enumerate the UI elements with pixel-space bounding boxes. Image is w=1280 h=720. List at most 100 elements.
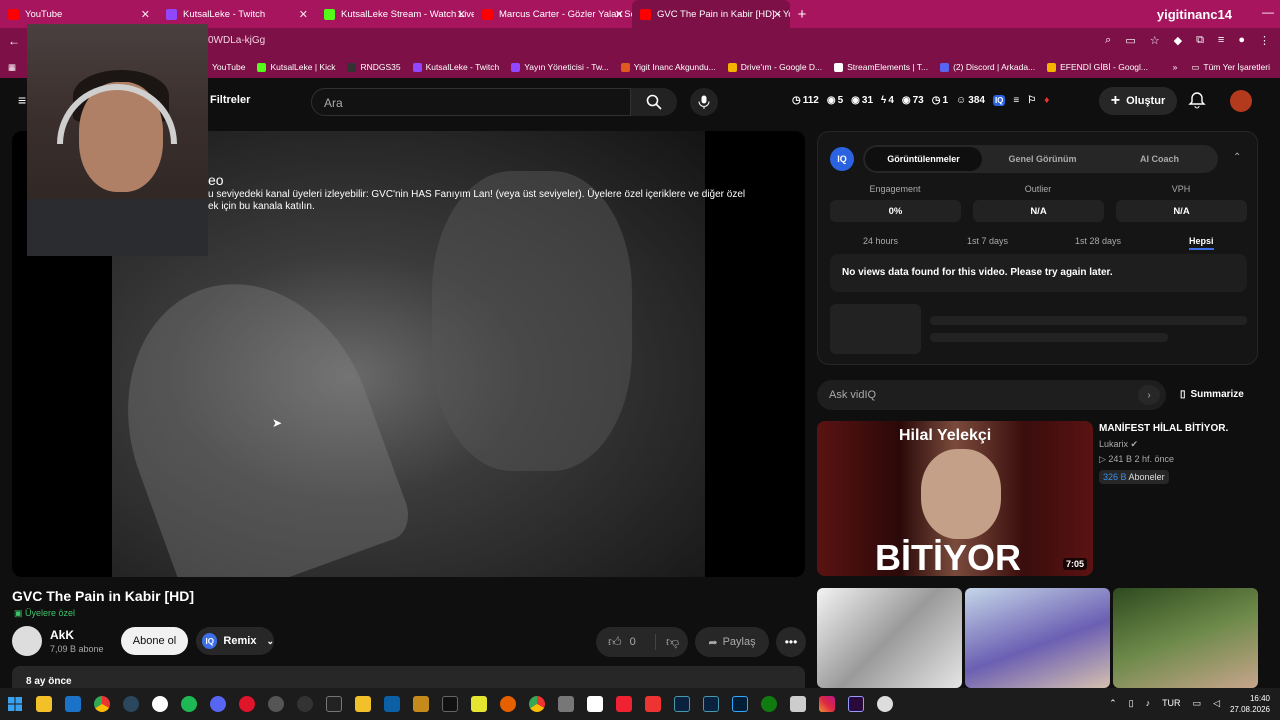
- hamburger-icon[interactable]: ≡: [18, 92, 26, 108]
- notifications-button[interactable]: [1188, 91, 1206, 114]
- bookmark-item[interactable]: Yigit Inanc Akgundu...: [620, 62, 716, 72]
- usb-icon[interactable]: ▯: [1129, 698, 1134, 709]
- opera-icon[interactable]: [232, 688, 261, 720]
- filters-button[interactable]: Filtreler: [210, 94, 250, 106]
- trophy-icon[interactable]: ⚐: [1027, 95, 1036, 106]
- window-controls[interactable]: —: [1262, 5, 1274, 19]
- recommended-thumbnail[interactable]: [1113, 588, 1258, 688]
- discord-icon[interactable]: [203, 688, 232, 720]
- xbox-icon[interactable]: [754, 688, 783, 720]
- recommended-thumbnail[interactable]: [817, 588, 962, 688]
- period-tab[interactable]: 1st 7 days: [967, 236, 1008, 246]
- system-clock[interactable]: 16:40 27.08.2026: [1230, 693, 1270, 715]
- search-input[interactable]: Ara: [311, 88, 631, 116]
- bookmark-item[interactable]: Drive'ım - Google D...: [727, 62, 822, 72]
- close-tab-icon[interactable]: ✕: [457, 8, 466, 21]
- cast-icon[interactable]: ▭: [1125, 34, 1135, 47]
- tab-ai-coach[interactable]: AI Coach: [1101, 145, 1218, 173]
- zoom-icon[interactable]: ⌕: [1105, 34, 1111, 47]
- like-button[interactable]: 👍︎ 0: [596, 634, 656, 650]
- tab-kick[interactable]: KutsalLeke Stream - Watch Live ✕: [316, 0, 474, 28]
- list-icon[interactable]: ≡: [1013, 95, 1019, 106]
- start-icon[interactable]: [0, 688, 29, 720]
- channel-name[interactable]: AkK: [50, 628, 74, 642]
- back-icon[interactable]: ←: [8, 34, 20, 48]
- puzzle-icon[interactable]: ⧉: [1196, 34, 1204, 47]
- url-field[interactable]: 0WDLa-kjGg: [208, 35, 265, 46]
- chevron-right-icon[interactable]: ›: [1138, 385, 1160, 405]
- period-tab[interactable]: 24 hours: [863, 236, 898, 246]
- voice-search-button[interactable]: [690, 88, 718, 116]
- all-bookmarks[interactable]: ▭ Tüm Yer İşaretleri: [1191, 62, 1270, 73]
- app-icon[interactable]: [464, 688, 493, 720]
- bookmark-item[interactable]: EFENDİ GİBİ - Googl...: [1047, 62, 1148, 72]
- stat-item[interactable]: ☺ 384: [956, 95, 985, 106]
- outlook-icon[interactable]: [58, 688, 87, 720]
- tab-overview[interactable]: Genel Görünüm: [984, 145, 1101, 173]
- extension-icon[interactable]: ◆: [1174, 34, 1182, 47]
- stat-item[interactable]: ◉ 31: [851, 95, 873, 106]
- monitor-icon[interactable]: ▭: [1193, 698, 1202, 709]
- obs-icon[interactable]: [145, 688, 174, 720]
- playlist-icon[interactable]: ≡: [1218, 34, 1224, 47]
- stat-item[interactable]: ϟ4: [881, 95, 894, 106]
- star-icon[interactable]: ☆: [1150, 34, 1160, 47]
- instagram-icon[interactable]: [812, 688, 841, 720]
- stat-item[interactable]: ◷ 112: [792, 95, 819, 106]
- stat-item[interactable]: ◉ 73: [902, 95, 924, 106]
- summarize-button[interactable]: ▯ Summarize: [1180, 389, 1244, 400]
- tab-marcus[interactable]: Marcus Carter - Gözler Yalan Sö ✕: [474, 0, 632, 28]
- chrome-icon[interactable]: [522, 688, 551, 720]
- share-button[interactable]: ➦ Paylaş: [695, 627, 769, 657]
- lightroom-classic-icon[interactable]: [696, 688, 725, 720]
- settings-icon[interactable]: [870, 688, 899, 720]
- app-icon[interactable]: [609, 688, 638, 720]
- chrome-icon[interactable]: [87, 688, 116, 720]
- chevron-up-icon[interactable]: ⌃: [1109, 698, 1117, 709]
- notification-dot-icon[interactable]: ♦: [1044, 95, 1049, 106]
- steam-icon[interactable]: [116, 688, 145, 720]
- file-explorer-icon[interactable]: [29, 688, 58, 720]
- epic-games-icon[interactable]: [319, 688, 348, 720]
- app-icon[interactable]: [406, 688, 435, 720]
- apps-icon[interactable]: ▦: [8, 62, 16, 73]
- app-icon[interactable]: [435, 688, 464, 720]
- close-tab-icon[interactable]: ✕: [141, 8, 150, 21]
- recommended-channel[interactable]: Lukarix ✔: [1099, 439, 1138, 450]
- app-icon[interactable]: [290, 688, 319, 720]
- new-tab-button[interactable]: +: [790, 6, 814, 23]
- bookmark-item[interactable]: Yayın Yöneticisi - Tw...: [511, 62, 609, 72]
- tab-views[interactable]: Görüntülenmeler: [865, 147, 982, 171]
- app-icon[interactable]: [551, 688, 580, 720]
- app-icon[interactable]: [377, 688, 406, 720]
- lightroom-icon[interactable]: [667, 688, 696, 720]
- collapse-icon[interactable]: ⌃: [1233, 152, 1241, 163]
- create-button[interactable]: + Oluştur: [1099, 87, 1177, 115]
- app-icon[interactable]: [348, 688, 377, 720]
- bookmark-item[interactable]: KutsalLeke | Kick: [257, 62, 335, 72]
- period-tab-selected[interactable]: Hepsi: [1189, 236, 1214, 250]
- app-icon[interactable]: [580, 688, 609, 720]
- search-button[interactable]: [631, 88, 677, 116]
- premiere-icon[interactable]: [841, 688, 870, 720]
- close-tab-icon[interactable]: ✕: [773, 8, 782, 21]
- ask-vidiq-input[interactable]: Ask vidIQ: [817, 380, 1166, 410]
- close-tab-icon[interactable]: ✕: [299, 8, 308, 21]
- remix-button[interactable]: IQ Remix ⌄: [196, 627, 274, 655]
- more-bookmarks-icon[interactable]: »: [1173, 62, 1178, 72]
- app-icon[interactable]: [638, 688, 667, 720]
- bookmark-item[interactable]: StreamElements | T...: [834, 62, 928, 72]
- bookmark-item[interactable]: RNDGS35: [347, 62, 401, 72]
- tab-gvc-active[interactable]: GVC The Pain in Kabir [HD] - Yo ✕: [632, 0, 790, 28]
- subscribe-button[interactable]: Abone ol: [121, 627, 188, 655]
- microphone-icon[interactable]: ♪: [1146, 698, 1151, 709]
- stat-item[interactable]: ◷ 1: [932, 95, 948, 106]
- recommended-title[interactable]: MANİFEST HİLAL BİTİYOR.: [1099, 423, 1228, 434]
- firefox-icon[interactable]: [493, 688, 522, 720]
- app-icon[interactable]: [261, 688, 290, 720]
- language-indicator[interactable]: TUR: [1162, 698, 1181, 709]
- profile-icon[interactable]: ●: [1238, 34, 1245, 47]
- spotify-icon[interactable]: [174, 688, 203, 720]
- vidiq-icon[interactable]: IQ: [992, 95, 1006, 106]
- bookmark-item[interactable]: KutsalLeke - Twitch: [412, 62, 499, 72]
